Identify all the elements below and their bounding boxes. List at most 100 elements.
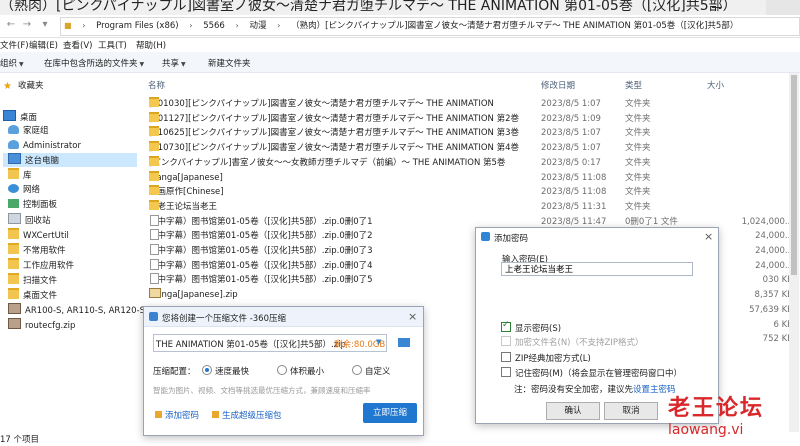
chevron-right-icon: ›	[189, 21, 193, 30]
mode-fastest-radio[interactable]: 速度最快	[202, 365, 249, 377]
nav-rare-software[interactable]: 不常用软件	[8, 243, 66, 257]
file-row[interactable]: 上老王论坛当老王 2023/8/5 11:31 文件夹	[140, 199, 800, 214]
file-icon	[150, 273, 159, 285]
organize-button[interactable]: 组织 ▼	[0, 57, 24, 69]
nav-routecfg-zip[interactable]: routecfg.zip	[8, 318, 75, 332]
folder-icon	[8, 273, 19, 284]
file-date: 2023/8/5 1:07	[541, 99, 601, 109]
new-folder-button[interactable]: 新建文件夹	[208, 57, 251, 69]
breadcrumb-anime[interactable]: 动漫	[249, 18, 266, 35]
self-extract-label: 生成超级压缩包	[222, 411, 282, 421]
nav-this-pc[interactable]: 这台电脑	[3, 153, 137, 167]
file-row[interactable]: [ピンクパイナップル]書室ノ彼女～～女教師ガ堕チルマデ（前編）～ THE ANI…	[140, 155, 800, 170]
chevron-down-icon[interactable]: ▼	[376, 338, 381, 346]
column-date[interactable]: 修改日期	[541, 79, 575, 91]
close-button[interactable]	[766, 0, 800, 15]
vertical-scrollbar[interactable]	[789, 73, 799, 432]
recent-dropdown-icon[interactable]: ▾	[38, 18, 52, 32]
close-icon[interactable]: ×	[704, 230, 713, 243]
folder-browse-icon[interactable]	[398, 338, 410, 347]
mode-smallest-radio[interactable]: 体积最小	[277, 365, 324, 377]
file-name: [201127][ピンクパイナップル]図書室ノ彼女～清楚ナ君ガ堕チルマデ～ TH…	[149, 111, 519, 126]
confirm-button[interactable]: 确认	[546, 402, 600, 420]
menu-help[interactable]: 帮助(H)	[136, 39, 166, 51]
include-in-library-button[interactable]: 在库中包含所选的文件夹 ▼	[44, 57, 144, 69]
nav-wxcertutil[interactable]: WXCertUtil	[8, 228, 69, 242]
mode-custom-radio[interactable]: 自定义	[352, 365, 391, 377]
file-row[interactable]: [201127][ピンクパイナップル]図書室ノ彼女～清楚ナ君ガ堕チルマデ～ TH…	[140, 111, 800, 126]
remember-password-checkbox[interactable]: 记住密码(M)（将会显示在管理密码窗口中）	[501, 367, 682, 379]
file-date: 2023/8/5 1:07	[541, 143, 601, 154]
file-name: Manga[Japanese].zip	[149, 288, 238, 302]
nav-administrator[interactable]: Administrator	[8, 139, 81, 153]
close-icon[interactable]: ×	[408, 310, 417, 323]
nav-homegroup[interactable]: 家庭组	[8, 124, 49, 138]
breadcrumb-program-files[interactable]: Program Files (x86)	[96, 18, 178, 35]
organize-label: 组织	[0, 59, 18, 69]
add-password-link[interactable]: 添加密码	[155, 409, 199, 421]
file-row[interactable]: Manga[Japanese] 2023/8/5 11:08 文件夹	[140, 170, 800, 185]
share-button[interactable]: 共享 ▼	[162, 57, 186, 69]
show-password-checkbox[interactable]: 显示密码(S)	[501, 320, 561, 334]
password-input[interactable]	[501, 262, 693, 276]
file-name-text: （中字幕）图书馆第01-05卷（[汉化]共5部）.zip.0删0了1	[149, 216, 373, 227]
column-type[interactable]: 类型	[625, 79, 642, 91]
nav-favorites[interactable]: ★ 收藏夹	[3, 79, 44, 93]
nav-ar100-archive[interactable]: AR100-S, AR110-S, AR120-S	[8, 303, 145, 317]
nav-scanned-files[interactable]: 扫描文件	[8, 273, 57, 287]
menu-bar: 文件(F) 编辑(E) 查看(V) 工具(T) 帮助(H)	[0, 38, 800, 52]
nav-work-software[interactable]: 工作应用软件	[8, 258, 74, 272]
menu-tools[interactable]: 工具(T)	[98, 39, 127, 51]
recycle-bin-icon	[8, 213, 21, 224]
file-name-text: （中字幕）图书馆第01-05卷（[汉化]共5部）.zip.0删0了5	[149, 275, 373, 286]
homegroup-icon	[8, 125, 19, 134]
nav-label: 家庭组	[23, 126, 49, 136]
scrollbar-thumb[interactable]	[791, 75, 797, 275]
file-type: 文件夹	[625, 143, 651, 154]
minimize-button[interactable]	[700, 0, 734, 15]
menu-view[interactable]: 查看(V)	[63, 39, 92, 51]
nav-desktop[interactable]: 桌面	[3, 110, 37, 124]
nav-desktop-files[interactable]: 桌面文件	[8, 288, 57, 302]
zip-classic-checkbox[interactable]: ZIP经典加密方式(L)	[501, 352, 591, 364]
back-icon[interactable]: ←	[4, 18, 18, 32]
file-type: 文件夹	[625, 99, 651, 109]
menu-edit[interactable]: 编辑(E)	[29, 39, 58, 51]
nav-libraries[interactable]: 库	[8, 168, 32, 182]
file-name: （中字幕）图书馆第01-05卷（[汉化]共5部）.zip.0删0了4	[149, 258, 373, 273]
column-name[interactable]: 名称	[148, 79, 165, 91]
watermark-url: laowang.vi	[668, 422, 744, 438]
password-note: 注：密码没有安全加密，建议先设置主密码	[514, 383, 676, 395]
self-extract-link[interactable]: 生成超级压缩包	[212, 409, 282, 421]
checkbox-checked-icon	[501, 320, 511, 332]
cancel-button[interactable]: 取消	[604, 402, 658, 420]
remember-password-label: 记住密码(M)（将会显示在管理密码窗口中）	[515, 369, 682, 379]
archive-icon	[149, 288, 161, 299]
checkbox-icon	[501, 352, 511, 362]
breadcrumb-5566[interactable]: 5566	[203, 18, 225, 35]
address-input[interactable]: ■ › Program Files (x86) › 5566 › 动漫 › （熟…	[60, 17, 800, 36]
file-row[interactable]: [210625][ピンクパイナップル]図書室ノ彼女～清楚ナ君ガ堕チルマデ～ TH…	[140, 126, 800, 140]
file-row[interactable]: [210730][ピンクパイナップル]図書室ノ彼女～清楚ナ君ガ堕チルマデ～ TH…	[140, 141, 800, 155]
column-size[interactable]: 大小	[707, 79, 724, 91]
mode-custom-label: 自定义	[365, 367, 391, 377]
forward-icon[interactable]: →	[20, 18, 34, 32]
nav-recycle-bin[interactable]: 回收站	[8, 213, 51, 227]
nav-control-panel[interactable]: 控制面板	[8, 198, 57, 212]
file-name: [210625][ピンクパイナップル]図書室ノ彼女～清楚ナ君ガ堕チルマデ～ TH…	[149, 126, 519, 140]
library-icon	[8, 168, 19, 179]
menu-file[interactable]: 文件(F)	[0, 39, 29, 51]
breadcrumb-current-folder[interactable]: （熟肉）[ピンクパイナップル]図書室ノ彼女～清楚ナ君ガ堕チルマデ～ THE AN…	[291, 18, 738, 35]
nav-network[interactable]: 网络	[8, 183, 40, 197]
file-type: 文件夹	[625, 172, 651, 183]
lock-icon	[155, 411, 162, 418]
nav-label: 桌面文件	[23, 291, 58, 301]
start-compress-button[interactable]: 立即压缩	[363, 403, 417, 423]
encrypt-filenames-checkbox[interactable]: 加密文件名(N)（不支持ZIP格式）	[501, 336, 643, 348]
file-row[interactable]: 漫画原作[Chinese] 2023/8/5 11:08 文件夹	[140, 185, 800, 199]
file-row[interactable]: [201030][ピンクパイナップル]図書室ノ彼女～清楚ナ君ガ堕チルマデ～ TH…	[140, 97, 800, 111]
archive-name-input[interactable]: THE ANIMATION 第01-05卷（[汉化]共5部）.zip 剩余:80…	[153, 334, 387, 352]
file-name-text: （中字幕）图书馆第01-05卷（[汉化]共5部）.zip.0删0了2	[149, 231, 373, 242]
window-title-bar: （熟肉）[ピンクパイナップル]図書室ノ彼女～清楚ナ君ガ堕チルマデ～ THE AN…	[0, 0, 800, 15]
file-name-text: 上老王论坛当老王	[149, 201, 218, 212]
